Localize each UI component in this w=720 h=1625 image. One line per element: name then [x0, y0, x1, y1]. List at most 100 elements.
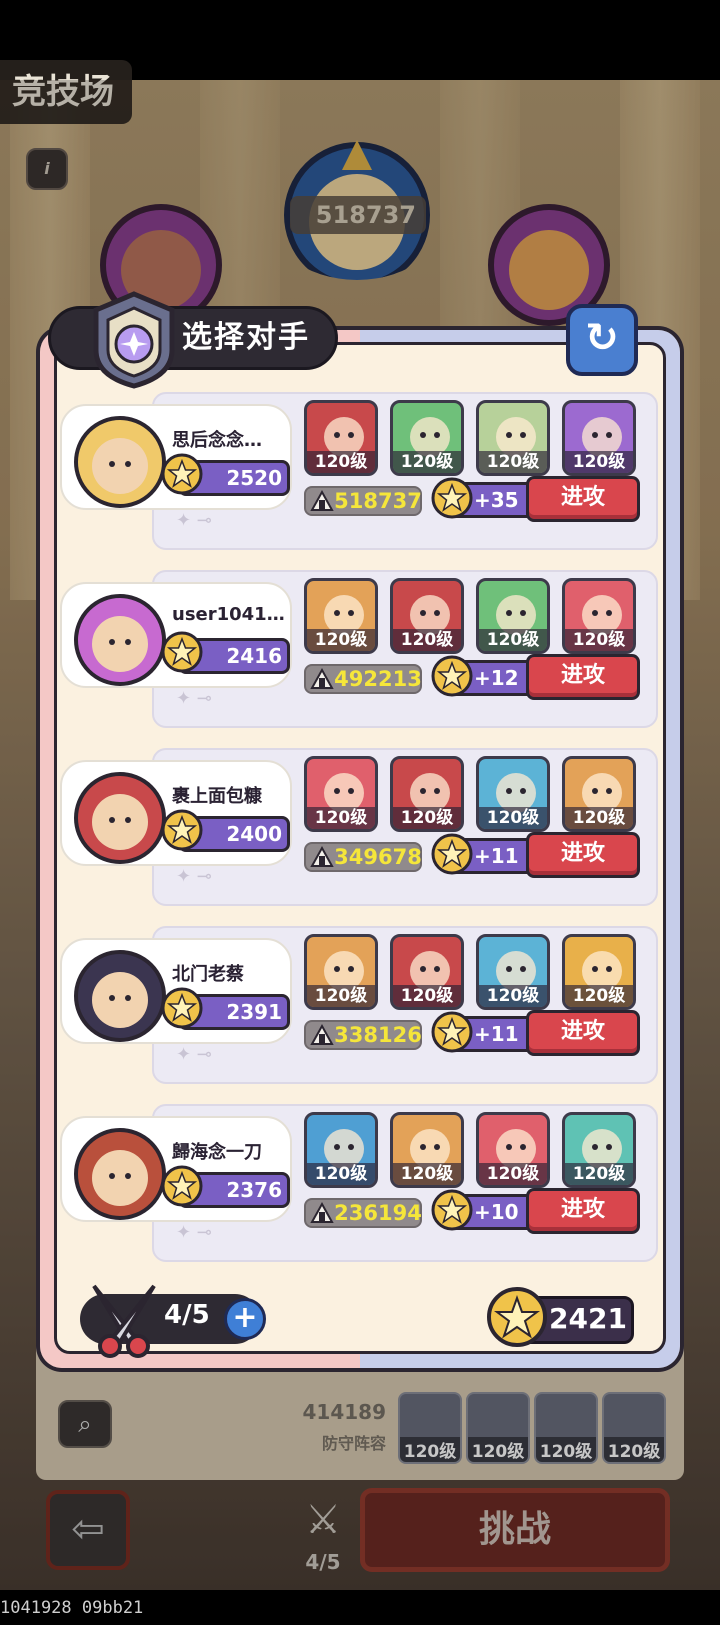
opponent-hero: 120级 [476, 1112, 550, 1188]
attack-button[interactable]: 进攻 [526, 1188, 640, 1234]
opponent-hero: 120级 [562, 1112, 636, 1188]
star-icon [161, 631, 203, 673]
hero-level: 120级 [393, 807, 461, 829]
opponent-hero: 120级 [476, 756, 550, 832]
opponent-hero: 120级 [304, 1112, 378, 1188]
opponent-hero: 120级 [562, 756, 636, 832]
opponent-hero: 120级 [304, 578, 378, 654]
opponent-hero: 120级 [476, 578, 550, 654]
opponent-hero: 120级 [304, 400, 378, 476]
hero-level: 120级 [307, 985, 375, 1007]
refresh-icon[interactable]: ↻ [566, 304, 638, 376]
opponent-name: 思后念念… [172, 430, 262, 451]
hero-level: 120级 [393, 451, 461, 473]
row-decoration: ✦ ⊸ [176, 688, 212, 709]
hero-level: 120级 [479, 985, 547, 1007]
row-decoration: ✦ ⊸ [176, 510, 212, 531]
hero-level: 120级 [307, 451, 375, 473]
opponent-score: 2416 [226, 644, 282, 668]
opponent-name: 北门老蔡 [172, 964, 244, 985]
opponent-power: 236194 [334, 1201, 422, 1225]
add-attempts-button[interactable]: + [224, 1298, 266, 1340]
hero-level: 120级 [307, 629, 375, 651]
modal-title: 选择对手 [182, 320, 310, 355]
power-icon [310, 489, 334, 511]
opponent-score: 2400 [226, 822, 282, 846]
opponent-score: 2391 [226, 1000, 282, 1024]
star-icon [431, 1011, 473, 1053]
hero-level: 120级 [479, 451, 547, 473]
star-icon [431, 655, 473, 697]
attack-button[interactable]: 进攻 [526, 654, 640, 700]
crossed-swords-icon [92, 1284, 156, 1358]
opponent-player-card[interactable]: user1041… 2416 [60, 582, 292, 688]
hero-level: 120级 [565, 1163, 633, 1185]
opponent-hero: 120级 [562, 400, 636, 476]
opponent-name: 裹上面包糠 [172, 786, 262, 807]
attempts-value: 4/5 [164, 1300, 210, 1330]
hero-level: 120级 [565, 451, 633, 473]
hero-level: 120级 [565, 807, 633, 829]
score-bonus: +11 [474, 844, 519, 868]
hero-level: 120级 [565, 629, 633, 651]
rank-emblem-icon [93, 291, 175, 389]
opponent-player-card[interactable]: 歸海念一刀 2376 [60, 1116, 292, 1222]
opponent-row: user1041… 2416 ✦ ⊸ 120级 120级 120级 120级 4… [60, 570, 660, 728]
star-icon [161, 1165, 203, 1207]
opponent-power: 349678 [334, 845, 422, 869]
opponent-name: user1041… [172, 604, 285, 625]
hero-level: 120级 [393, 629, 461, 651]
opponent-name: 歸海念一刀 [172, 1142, 262, 1163]
hero-level: 120级 [479, 629, 547, 651]
attack-button[interactable]: 进攻 [526, 476, 640, 522]
star-icon [487, 1287, 547, 1347]
opponent-row: 北门老蔡 2391 ✦ ⊸ 120级 120级 120级 120级 338126… [60, 926, 660, 1084]
score-bonus: +10 [474, 1200, 519, 1224]
star-icon [431, 1189, 473, 1231]
hero-level: 120级 [307, 807, 375, 829]
opponent-avatar [74, 1128, 166, 1220]
power-icon [310, 667, 334, 689]
hero-level: 120级 [307, 1163, 375, 1185]
star-icon [431, 833, 473, 875]
total-score-value: 2421 [549, 1302, 627, 1335]
opponent-score: 2376 [226, 1178, 282, 1202]
power-icon [310, 1023, 334, 1045]
opponent-hero: 120级 [390, 934, 464, 1010]
power-icon [310, 845, 334, 867]
opponent-hero: 120级 [304, 934, 378, 1010]
power-icon [310, 1201, 334, 1223]
opponent-power: 338126 [334, 1023, 422, 1047]
score-bonus: +12 [474, 666, 519, 690]
opponent-row: 歸海念一刀 2376 ✦ ⊸ 120级 120级 120级 120级 23619… [60, 1104, 660, 1262]
star-icon [161, 453, 203, 495]
opponent-hero: 120级 [390, 756, 464, 832]
opponent-hero: 120级 [390, 578, 464, 654]
opponent-power: 518737 [334, 489, 422, 513]
score-bonus: +35 [474, 488, 519, 512]
opponent-hero: 120级 [476, 400, 550, 476]
opponent-hero: 120级 [390, 400, 464, 476]
opponent-hero: 120级 [562, 578, 636, 654]
opponent-hero: 120级 [476, 934, 550, 1010]
opponent-power: 492213 [334, 667, 422, 691]
hero-level: 120级 [479, 807, 547, 829]
opponent-hero: 120级 [304, 756, 378, 832]
opponent-player-card[interactable]: 北门老蔡 2391 [60, 938, 292, 1044]
hero-level: 120级 [393, 985, 461, 1007]
opponent-row: 思后念念… 2520 ✦ ⊸ 120级 120级 120级 120级 51873… [60, 392, 660, 550]
opponent-hero: 120级 [390, 1112, 464, 1188]
hero-level: 120级 [393, 1163, 461, 1185]
star-icon [161, 987, 203, 1029]
star-icon [431, 477, 473, 519]
attack-button[interactable]: 进攻 [526, 832, 640, 878]
opponent-player-card[interactable]: 裹上面包糠 2400 [60, 760, 292, 866]
opponent-score: 2520 [226, 466, 282, 490]
opponent-player-card[interactable]: 思后念念… 2520 [60, 404, 292, 510]
row-decoration: ✦ ⊸ [176, 1044, 212, 1065]
star-icon [161, 809, 203, 851]
hero-level: 120级 [479, 1163, 547, 1185]
opponent-row: 裹上面包糠 2400 ✦ ⊸ 120级 120级 120级 120级 34967… [60, 748, 660, 906]
attack-button[interactable]: 进攻 [526, 1010, 640, 1056]
opponent-avatar [74, 950, 166, 1042]
